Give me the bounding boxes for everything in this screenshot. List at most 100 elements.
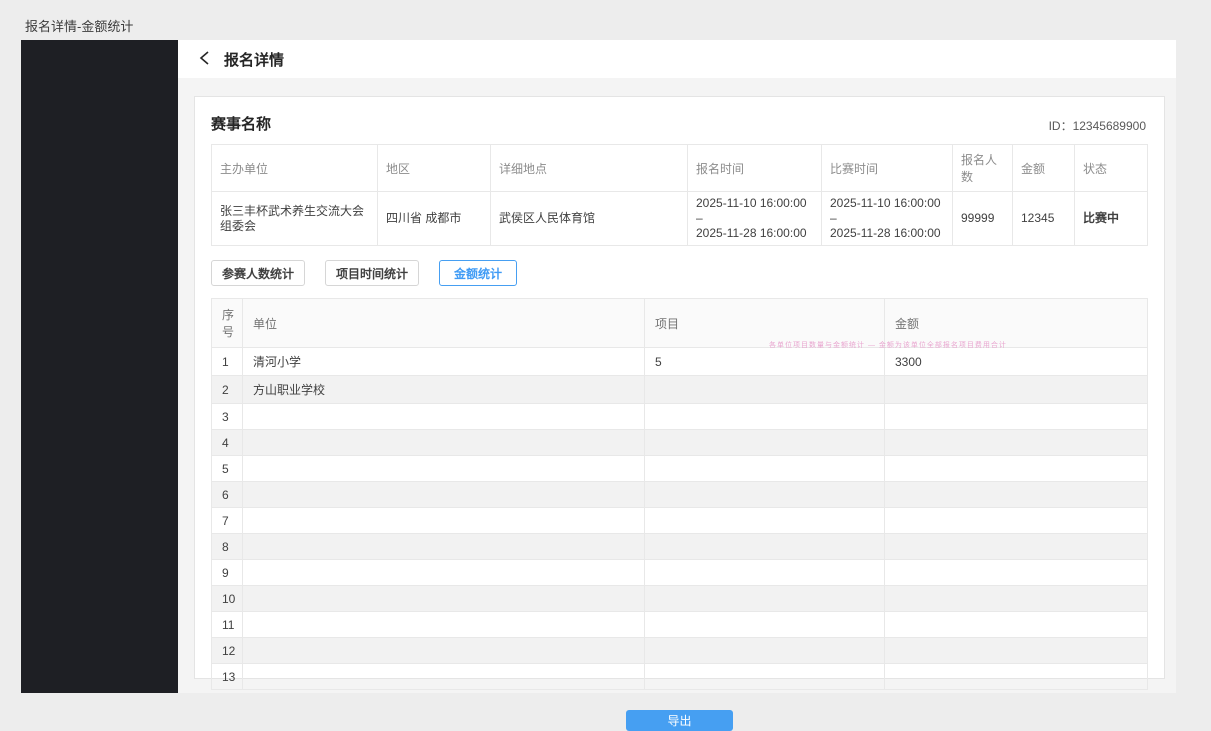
tab-project-time-stats[interactable]: 项目时间统计 xyxy=(325,260,419,286)
project-cell xyxy=(645,534,885,560)
row-index-cell: 1 xyxy=(212,348,243,376)
export-button[interactable]: 导出 xyxy=(626,710,733,731)
project-cell xyxy=(645,404,885,430)
sidebar xyxy=(21,40,178,693)
row-index-cell: 5 xyxy=(212,456,243,482)
column-header: 详细地点 xyxy=(491,145,688,192)
column-header: 报名人数 xyxy=(953,145,1013,192)
table-row: 4 xyxy=(212,430,1148,456)
project-cell xyxy=(645,586,885,612)
project-cell xyxy=(645,612,885,638)
amount-cell xyxy=(885,664,1148,690)
amount-cell xyxy=(885,612,1148,638)
column-header: 报名时间 xyxy=(688,145,822,192)
column-header: 单位 xyxy=(243,299,645,348)
event-id: ID：12345689900 xyxy=(1049,117,1146,134)
venue-cell: 武侯区人民体育馆 xyxy=(491,192,688,246)
amount-cell xyxy=(885,586,1148,612)
column-header: 金额 xyxy=(885,299,1148,348)
table-row: 9 xyxy=(212,560,1148,586)
export-row: 导出 xyxy=(211,710,1148,731)
amount-cell xyxy=(885,482,1148,508)
project-cell xyxy=(645,508,885,534)
unit-cell: 方山职业学校 xyxy=(243,376,645,404)
unit-cell xyxy=(243,404,645,430)
amount-cell xyxy=(885,508,1148,534)
topbar: 报名详情 xyxy=(178,40,1176,78)
column-header: 金额 xyxy=(1013,145,1075,192)
page-title: 报名详情-金额统计 xyxy=(25,16,133,35)
signup-count-cell: 99999 xyxy=(953,192,1013,246)
column-header: 比赛时间 xyxy=(822,145,953,192)
table-row: 3 xyxy=(212,404,1148,430)
topbar-title: 报名详情 xyxy=(224,49,284,70)
stat-tabs: 参赛人数统计 项目时间统计 金额统计 xyxy=(211,260,1148,286)
row-index-cell: 4 xyxy=(212,430,243,456)
unit-cell xyxy=(243,560,645,586)
table-row: 10 xyxy=(212,586,1148,612)
table-row: 5 xyxy=(212,456,1148,482)
status-badge: 比赛中 xyxy=(1075,192,1148,246)
app-frame: 报名详情 赛事名称 ID：12345689900 主办单位 地区 详细地点 报名… xyxy=(21,40,1176,693)
column-header: 项目 xyxy=(645,299,885,348)
event-header-row: 主办单位 地区 详细地点 报名时间 比赛时间 报名人数 金额 状态 xyxy=(212,145,1148,192)
row-index-cell: 3 xyxy=(212,404,243,430)
table-row: 1清河小学53300 xyxy=(212,348,1148,376)
amount-cell xyxy=(885,534,1148,560)
project-cell xyxy=(645,664,885,690)
back-button[interactable] xyxy=(196,50,214,68)
match-time-cell: 2025-11-10 16:00:00 – 2025-11-28 16:00:0… xyxy=(822,192,953,246)
amount-stats-table: 序号 单位 项目 金额 1清河小学533002方山职业学校34567891011… xyxy=(211,298,1148,690)
project-cell xyxy=(645,560,885,586)
row-index-cell: 11 xyxy=(212,612,243,638)
row-index-cell: 10 xyxy=(212,586,243,612)
card-header: 赛事名称 ID：12345689900 xyxy=(211,105,1148,144)
unit-cell: 清河小学 xyxy=(243,348,645,376)
row-index-cell: 9 xyxy=(212,560,243,586)
column-header: 地区 xyxy=(378,145,491,192)
table-row: 13 xyxy=(212,664,1148,690)
tab-participant-count-stats[interactable]: 参赛人数统计 xyxy=(211,260,305,286)
stats-header-row: 序号 单位 项目 金额 xyxy=(212,299,1148,348)
table-row: 11 xyxy=(212,612,1148,638)
amount-cell xyxy=(885,456,1148,482)
table-row: 6 xyxy=(212,482,1148,508)
unit-cell xyxy=(243,482,645,508)
project-cell xyxy=(645,376,885,404)
table-row: 2方山职业学校 xyxy=(212,376,1148,404)
project-cell xyxy=(645,456,885,482)
unit-cell xyxy=(243,534,645,560)
row-index-cell: 7 xyxy=(212,508,243,534)
unit-cell xyxy=(243,456,645,482)
project-cell: 5 xyxy=(645,348,885,376)
project-cell xyxy=(645,430,885,456)
table-row: 7 xyxy=(212,508,1148,534)
event-data-row: 张三丰杯武术养生交流大会组委会 四川省 成都市 武侯区人民体育馆 2025-11… xyxy=(212,192,1148,246)
row-index-cell: 2 xyxy=(212,376,243,404)
amount-cell xyxy=(885,430,1148,456)
region-cell: 四川省 成都市 xyxy=(378,192,491,246)
unit-cell xyxy=(243,430,645,456)
row-index-cell: 8 xyxy=(212,534,243,560)
unit-cell xyxy=(243,612,645,638)
table-row: 12 xyxy=(212,638,1148,664)
column-header: 状态 xyxy=(1075,145,1148,192)
unit-cell xyxy=(243,586,645,612)
table-row: 8 xyxy=(212,534,1148,560)
amount-cell xyxy=(885,376,1148,404)
amount-cell: 12345 xyxy=(1013,192,1075,246)
tab-amount-stats[interactable]: 金额统计 xyxy=(439,260,517,286)
main-area: 报名详情 赛事名称 ID：12345689900 主办单位 地区 详细地点 报名… xyxy=(178,40,1176,693)
row-index-cell: 12 xyxy=(212,638,243,664)
column-header: 主办单位 xyxy=(212,145,378,192)
organizer-cell: 张三丰杯武术养生交流大会组委会 xyxy=(212,192,378,246)
event-name-title: 赛事名称 xyxy=(211,113,271,134)
chevron-left-icon xyxy=(199,51,211,68)
unit-cell xyxy=(243,664,645,690)
project-cell xyxy=(645,482,885,508)
column-header: 序号 xyxy=(212,299,243,348)
amount-stats-section: 序号 单位 项目 金额 1清河小学533002方山职业学校34567891011… xyxy=(211,298,1148,690)
amount-cell xyxy=(885,560,1148,586)
amount-cell xyxy=(885,404,1148,430)
event-detail-card: 赛事名称 ID：12345689900 主办单位 地区 详细地点 报名时间 比赛… xyxy=(194,96,1165,679)
